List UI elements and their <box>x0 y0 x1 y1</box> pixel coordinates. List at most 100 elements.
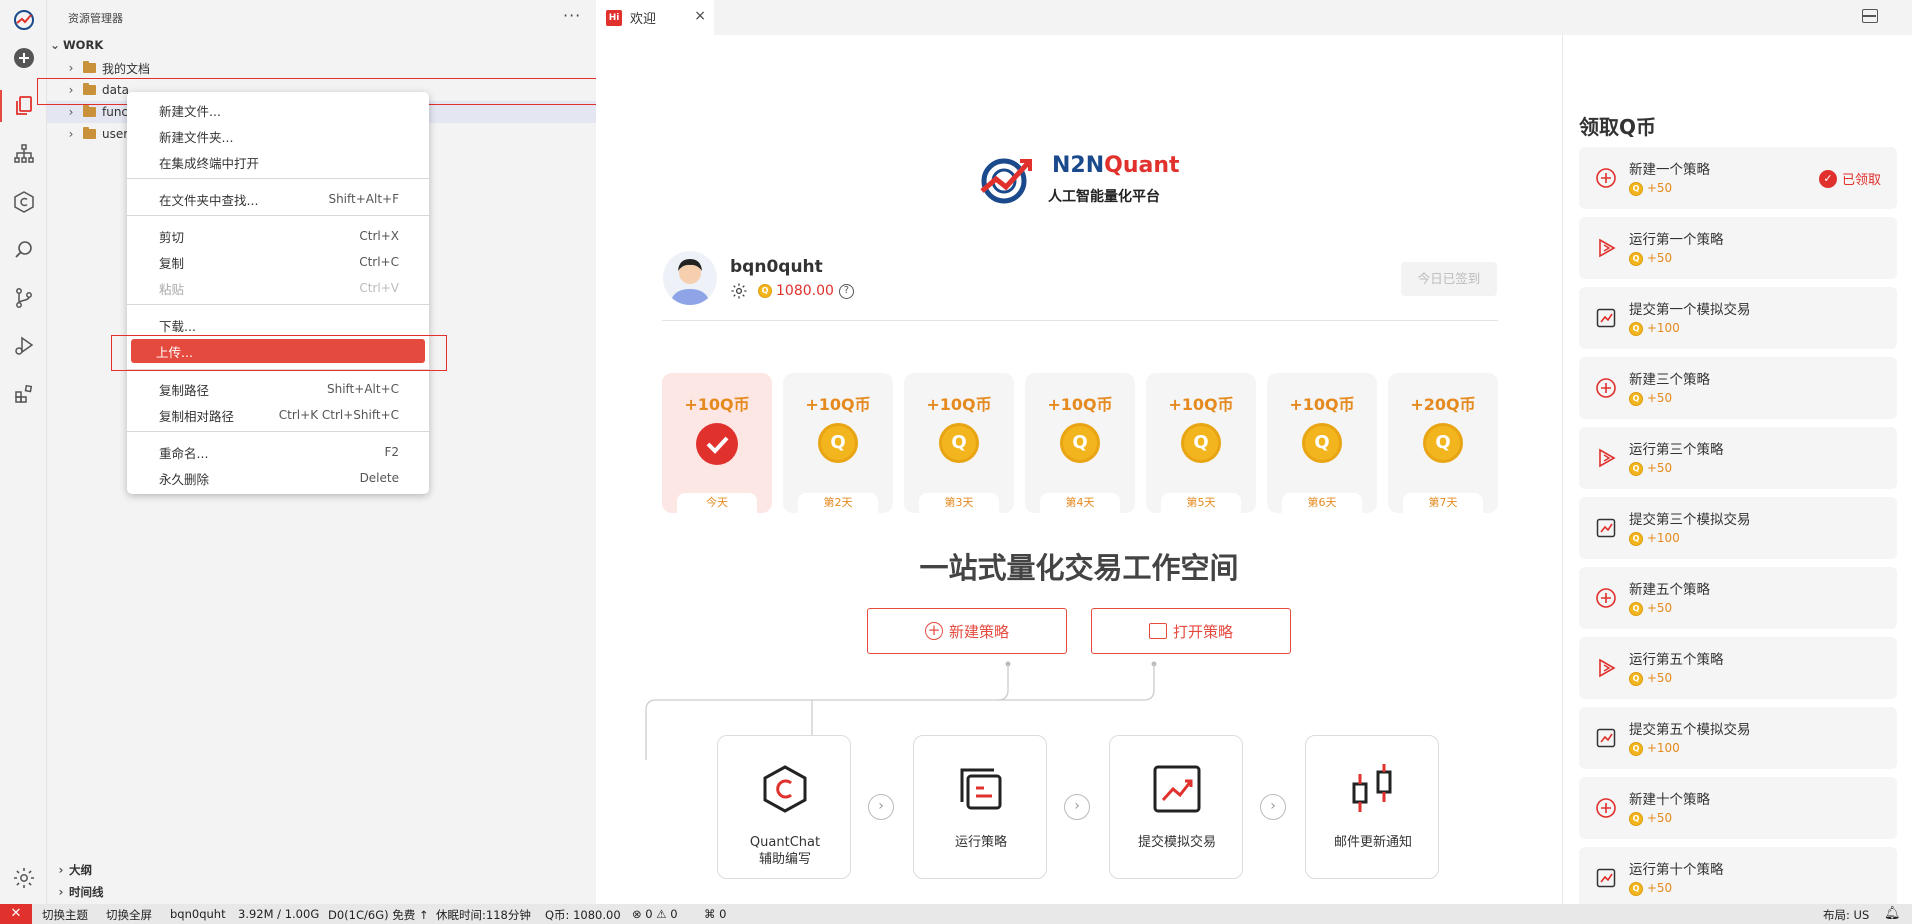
add-icon[interactable] <box>0 38 47 78</box>
day-card-1[interactable]: +10Q币 今天 <box>662 373 772 513</box>
logo-icon[interactable] <box>0 0 47 40</box>
coin-icon: Q <box>1629 601 1643 616</box>
menu-new-folder[interactable]: 新建文件夹... <box>131 124 425 148</box>
menu-open-terminal[interactable]: 在集成终端中打开 <box>131 150 425 174</box>
menu-delete[interactable]: 永久删除 Delete <box>131 466 425 490</box>
status-plan[interactable]: D0(1C/6G) 免费 ↑ <box>328 907 429 923</box>
menu-separator <box>127 178 429 179</box>
copy-icon <box>960 768 1002 810</box>
task-item[interactable]: 新建三个策略 Q +50 <box>1579 357 1897 419</box>
coin-icon: Q <box>1423 423 1463 463</box>
bell-icon[interactable]: 🔔︎ <box>1884 906 1901 921</box>
highlight-upload <box>111 335 447 371</box>
coin-icon: Q <box>1629 741 1643 756</box>
day-card-4[interactable]: +10Q币 Q 第4天 <box>1025 373 1135 513</box>
hi-icon: Hi <box>606 9 622 26</box>
signin-button[interactable]: 今日已签到 <box>1401 262 1497 296</box>
check-icon <box>696 423 738 465</box>
coin-icon: Q <box>1629 881 1643 896</box>
status-sleep: 休眠时间:118分钟 <box>436 908 531 922</box>
outline-section[interactable]: › 大纲 <box>47 860 596 880</box>
new-strategy-button[interactable]: + 新建策略 <box>867 608 1067 654</box>
chevron-right-icon: › <box>1064 794 1090 820</box>
chevron-right-icon: › <box>68 127 74 141</box>
task-item[interactable]: 运行第十个策略 Q +50 <box>1579 847 1897 909</box>
menu-download[interactable]: 下载... <box>131 313 425 337</box>
help-icon[interactable]: ? <box>838 283 854 299</box>
day-card-3[interactable]: +10Q币 Q 第3天 <box>904 373 1014 513</box>
avatar[interactable] <box>663 251 717 305</box>
status-layout[interactable]: 布局: US <box>1823 907 1869 923</box>
task-name: 新建一个策略 <box>1629 162 1710 178</box>
settings-icon[interactable] <box>0 858 47 898</box>
task-item[interactable]: 提交第三个模拟交易 Q +100 <box>1579 497 1897 559</box>
gear-icon[interactable] <box>730 282 748 300</box>
menu-separator <box>127 431 429 432</box>
flow-quantchat[interactable]: QuantChat 辅助编写 <box>717 735 851 879</box>
menu-find-in-folder[interactable]: 在文件夹中查找... Shift+Alt+F <box>131 187 425 211</box>
menu-copy-path[interactable]: 复制路径 Shift+Alt+C <box>131 377 425 401</box>
more-actions-icon[interactable]: ··· <box>563 6 581 25</box>
chart-icon <box>1595 727 1617 749</box>
coin-icon: Q <box>758 284 772 298</box>
day-card-7[interactable]: +20Q币 Q 第7天 <box>1388 373 1498 513</box>
hierarchy-icon[interactable] <box>0 134 47 174</box>
task-points: Q +100 <box>1629 321 1680 336</box>
menu-copy-relative-path[interactable]: 复制相对路径 Ctrl+K Ctrl+Shift+C <box>131 403 425 427</box>
task-item[interactable]: 运行第五个策略 Q +50 <box>1579 637 1897 699</box>
task-points: Q +50 <box>1629 391 1672 406</box>
quant-icon[interactable] <box>0 182 47 222</box>
menu-cut[interactable]: 剪切 Ctrl+X <box>131 224 425 248</box>
source-control-icon[interactable] <box>0 278 47 318</box>
flow-run-strategy[interactable]: 运行策略 <box>913 735 1047 879</box>
task-name: 运行第一个策略 <box>1629 232 1724 248</box>
status-ports[interactable]: ⌘ 0 <box>704 907 726 921</box>
app-window: 资源管理器 ··· ⌄ WORK › 我的文档 › data › func › user … <box>0 0 1912 924</box>
day-card-5[interactable]: +10Q币 Q 第5天 <box>1146 373 1256 513</box>
menu-rename[interactable]: 重命名... F2 <box>131 440 425 464</box>
menu-separator <box>127 215 429 216</box>
status-theme[interactable]: 切换主题 <box>42 907 88 923</box>
status-bar: ✕ 切换主题 切换全屏 bqn0quht 3.92M / 1.00G D0(1C… <box>0 904 1912 924</box>
tree-item-docs[interactable]: › 我的文档 <box>47 57 596 79</box>
task-item[interactable]: 新建五个策略 Q +50 <box>1579 567 1897 629</box>
rewards-title: 领取Q币 <box>1579 115 1657 139</box>
coin-icon: Q <box>1629 391 1643 406</box>
task-item[interactable]: 运行第一个策略 Q +50 <box>1579 217 1897 279</box>
folder-icon <box>83 127 96 139</box>
task-name: 提交第五个模拟交易 <box>1629 722 1751 738</box>
task-item[interactable]: 运行第三个策略 Q +50 <box>1579 427 1897 489</box>
menu-new-file[interactable]: 新建文件... <box>131 98 425 122</box>
day-card-6[interactable]: +10Q币 Q 第6天 <box>1267 373 1377 513</box>
search-icon[interactable] <box>0 230 47 270</box>
chart-icon <box>1595 307 1617 329</box>
folder-open-icon <box>1148 623 1167 639</box>
task-item[interactable]: 提交第一个模拟交易 Q +100 <box>1579 287 1897 349</box>
day-card-2[interactable]: +10Q币 Q 第2天 <box>783 373 893 513</box>
task-item[interactable]: 新建十个策略 Q +50 <box>1579 777 1897 839</box>
tab-welcome[interactable]: Hi 欢迎 × <box>596 0 714 35</box>
task-points: Q +50 <box>1629 601 1672 616</box>
task-name: 提交第一个模拟交易 <box>1629 302 1751 318</box>
chevron-down-icon: ⌄ <box>49 38 61 52</box>
task-name: 新建三个策略 <box>1629 372 1710 388</box>
remote-icon[interactable]: ✕ <box>0 904 32 924</box>
run-debug-icon[interactable] <box>0 326 47 366</box>
status-problems[interactable]: ⊗ 0 ⚠ 0 <box>632 907 678 921</box>
close-icon[interactable]: × <box>694 8 706 24</box>
split-editor-icon[interactable] <box>1862 9 1878 23</box>
menu-copy[interactable]: 复制 Ctrl+C <box>131 250 425 274</box>
welcome-page: N2NQuant 人工智能量化平台 bqn0quht Q 1080.00 ? 今… <box>596 35 1562 904</box>
timeline-section[interactable]: › 时间线 <box>47 882 596 902</box>
extensions-icon[interactable] <box>0 374 47 414</box>
claimed-badge: ✓ 已领取 <box>1818 169 1881 188</box>
flow-submit-simulation[interactable]: 提交模拟交易 <box>1109 735 1243 879</box>
open-strategy-button[interactable]: 打开策略 <box>1091 608 1291 654</box>
task-name: 提交第三个模拟交易 <box>1629 512 1751 528</box>
status-user[interactable]: bqn0quht <box>170 907 226 921</box>
workspace-root[interactable]: ⌄ WORK <box>47 34 596 56</box>
flow-email-notify[interactable]: 邮件更新通知 <box>1305 735 1439 879</box>
task-item[interactable]: 提交第五个模拟交易 Q +100 <box>1579 707 1897 769</box>
task-item[interactable]: 新建一个策略 Q +50 ✓ 已领取 <box>1579 147 1897 209</box>
status-fullscreen[interactable]: 切换全屏 <box>106 907 152 923</box>
